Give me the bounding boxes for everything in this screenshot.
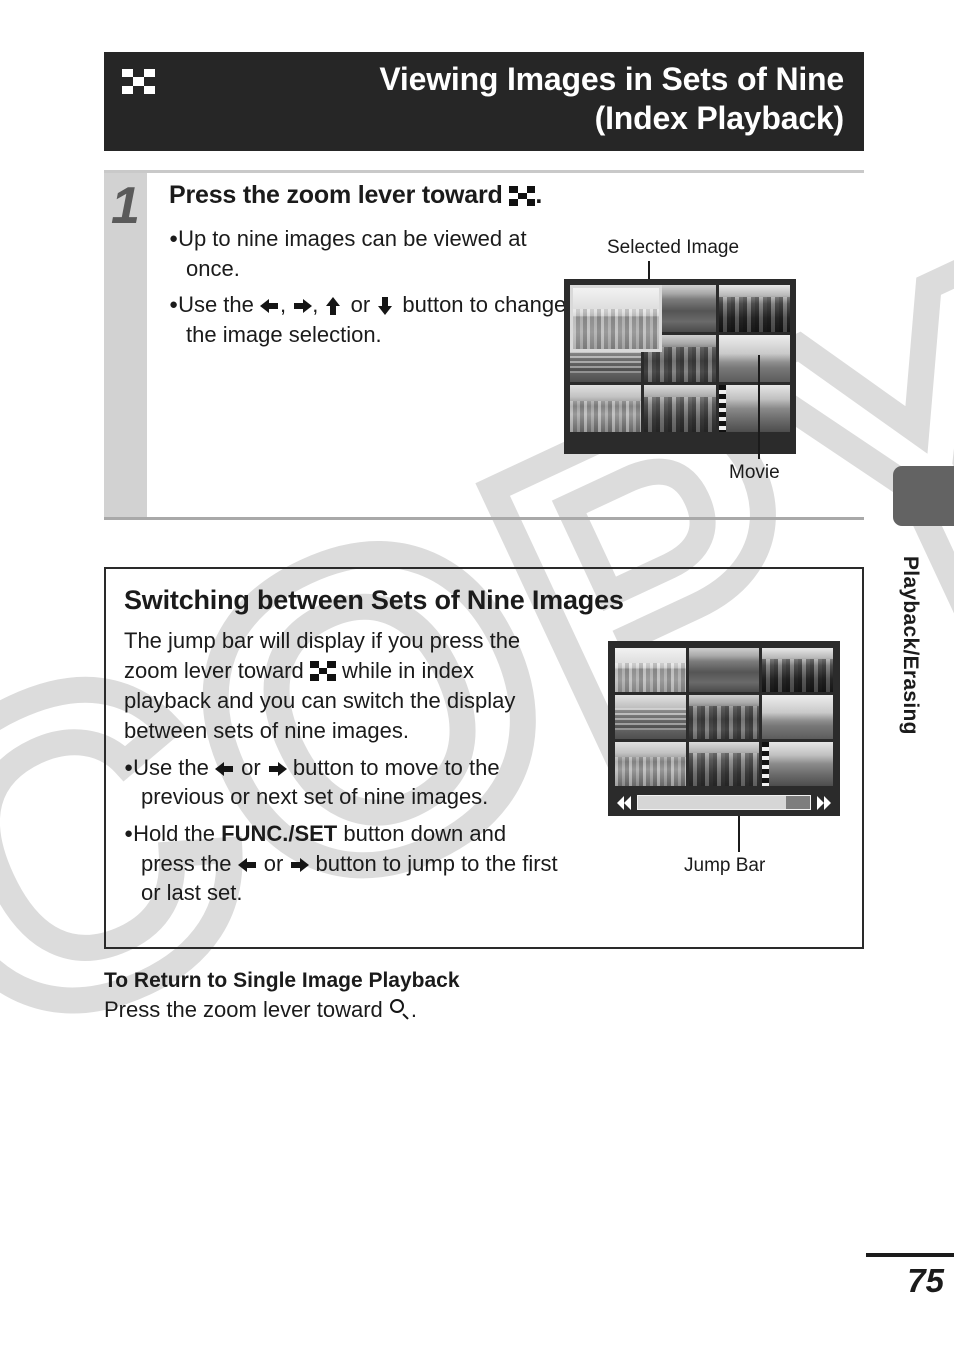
arrow-left-icon (215, 760, 235, 778)
bullet-sep2: , (312, 292, 325, 318)
bullet-text-part1: Use the (178, 292, 260, 318)
bullet-sep3: or (344, 292, 377, 318)
bullet-dot: ● (124, 758, 134, 776)
thumbnail-cell-2 (688, 648, 760, 692)
thumbnail-cell-8 (688, 742, 760, 786)
bullet-sep1: or (235, 754, 267, 780)
func-set-label: FUNC./SET (221, 820, 338, 846)
thumbnail-cell-7 (615, 742, 686, 786)
index-checkerboard-icon (122, 69, 155, 96)
return-note-title: To Return to Single Image Playback (104, 969, 460, 992)
thumbnail-cell-3 (762, 648, 833, 692)
thumbnail-cell-9-movie (762, 742, 833, 786)
page-number-rule (866, 1253, 954, 1257)
thumbnail-cell-6 (718, 335, 790, 382)
bullet-text-part1: Use the (133, 754, 215, 780)
list-item: ●Up to nine images can be viewed at once… (169, 224, 586, 283)
leader-line-movie (758, 355, 760, 459)
arrow-right-icon (267, 760, 287, 778)
index-checkerboard-icon (509, 186, 536, 206)
bullet-sep1: , (280, 292, 293, 318)
step-number: 1 (111, 177, 140, 235)
jump-bar-track[interactable] (637, 795, 811, 810)
step-block-1: 1 Press the zoom lever toward . ●Up to n… (104, 170, 864, 520)
thumbnail-cell-9-movie (718, 385, 790, 432)
thumbnail-grid (615, 648, 833, 786)
page-title: Viewing Images in Sets of Nine (Index Pl… (122, 60, 844, 138)
chapter-tab-marker (893, 466, 954, 526)
thumbnail-cell-4 (615, 695, 686, 739)
page-title-line2: (Index Playback) (594, 100, 845, 137)
return-text-after: . (410, 997, 418, 1022)
selected-image-thumbnail (570, 285, 662, 352)
section-title: Switching between Sets of Nine Images (124, 585, 624, 615)
movie-filmstrip-icon (762, 742, 770, 786)
callout-jump-bar: Jump Bar (684, 855, 766, 876)
index-checkerboard-icon (309, 661, 336, 682)
step-heading-text-before: Press the zoom lever toward (169, 181, 510, 209)
bullet-sep1: or (257, 850, 290, 876)
return-note-text: Press the zoom lever toward . (104, 997, 804, 1023)
thumbnail-cell-8 (644, 385, 716, 432)
list-item: ●Use the , , or button to change the ima… (169, 290, 586, 349)
jump-bar-thumb[interactable] (785, 796, 810, 809)
thumbnail-cell-7 (570, 385, 642, 432)
bullet-dot: ● (169, 296, 179, 314)
callout-selected-image: Selected Image (607, 237, 740, 258)
bullet-dot: ● (124, 824, 134, 842)
chapter-tab-label: Playback/Erasing (899, 556, 922, 735)
page-title-line1: Viewing Images in Sets of Nine (379, 61, 844, 97)
thumbnail-cell-1 (615, 648, 686, 692)
jump-bar[interactable] (617, 795, 831, 810)
section-intro-paragraph: The jump bar will display if you press t… (124, 626, 559, 747)
switching-sets-section: Switching between Sets of Nine Images Th… (104, 567, 864, 949)
leader-line-jump-bar (738, 816, 740, 852)
arrow-right-icon (292, 297, 313, 315)
step-heading-text-after: . (535, 181, 543, 209)
double-arrow-right-icon[interactable] (815, 795, 831, 810)
callout-movie: Movie (729, 462, 780, 483)
magnifier-icon (389, 999, 411, 1021)
index-playback-jumpbar-screen (608, 641, 840, 816)
arrow-left-icon (260, 297, 280, 315)
section-text-column: The jump bar will display if you press t… (124, 626, 559, 915)
list-item: ●Use the or button to move to the previo… (124, 753, 559, 812)
arrow-left-icon (237, 856, 258, 874)
list-item: ●Hold the FUNC./SET button down and pres… (124, 819, 559, 908)
thumbnail-cell-5 (688, 695, 760, 739)
section-bullet-list: ●Use the or button to move to the previo… (124, 753, 559, 908)
arrow-up-icon (324, 297, 344, 316)
step-heading: Press the zoom lever toward . (169, 181, 864, 210)
thumbnail-cell-3 (718, 285, 790, 332)
page-number: 75 (907, 1262, 944, 1299)
arrow-down-icon (376, 297, 396, 316)
bullet-text: Up to nine images can be viewed at once. (178, 226, 527, 281)
page-header-bar: Viewing Images in Sets of Nine (Index Pl… (104, 52, 864, 151)
thumbnail-cell-6 (762, 695, 833, 739)
return-text-before: Press the zoom lever toward (104, 997, 389, 1022)
bullet-dot: ● (169, 230, 179, 247)
bullet-text-part1: Hold the (133, 820, 222, 846)
index-playback-screen (564, 279, 796, 454)
double-arrow-left-icon[interactable] (617, 795, 633, 810)
arrow-right-icon (289, 856, 310, 874)
movie-filmstrip-icon (718, 385, 726, 432)
return-note: To Return to Single Image Playback Press… (104, 969, 804, 1023)
step-number-column: 1 (104, 173, 147, 517)
